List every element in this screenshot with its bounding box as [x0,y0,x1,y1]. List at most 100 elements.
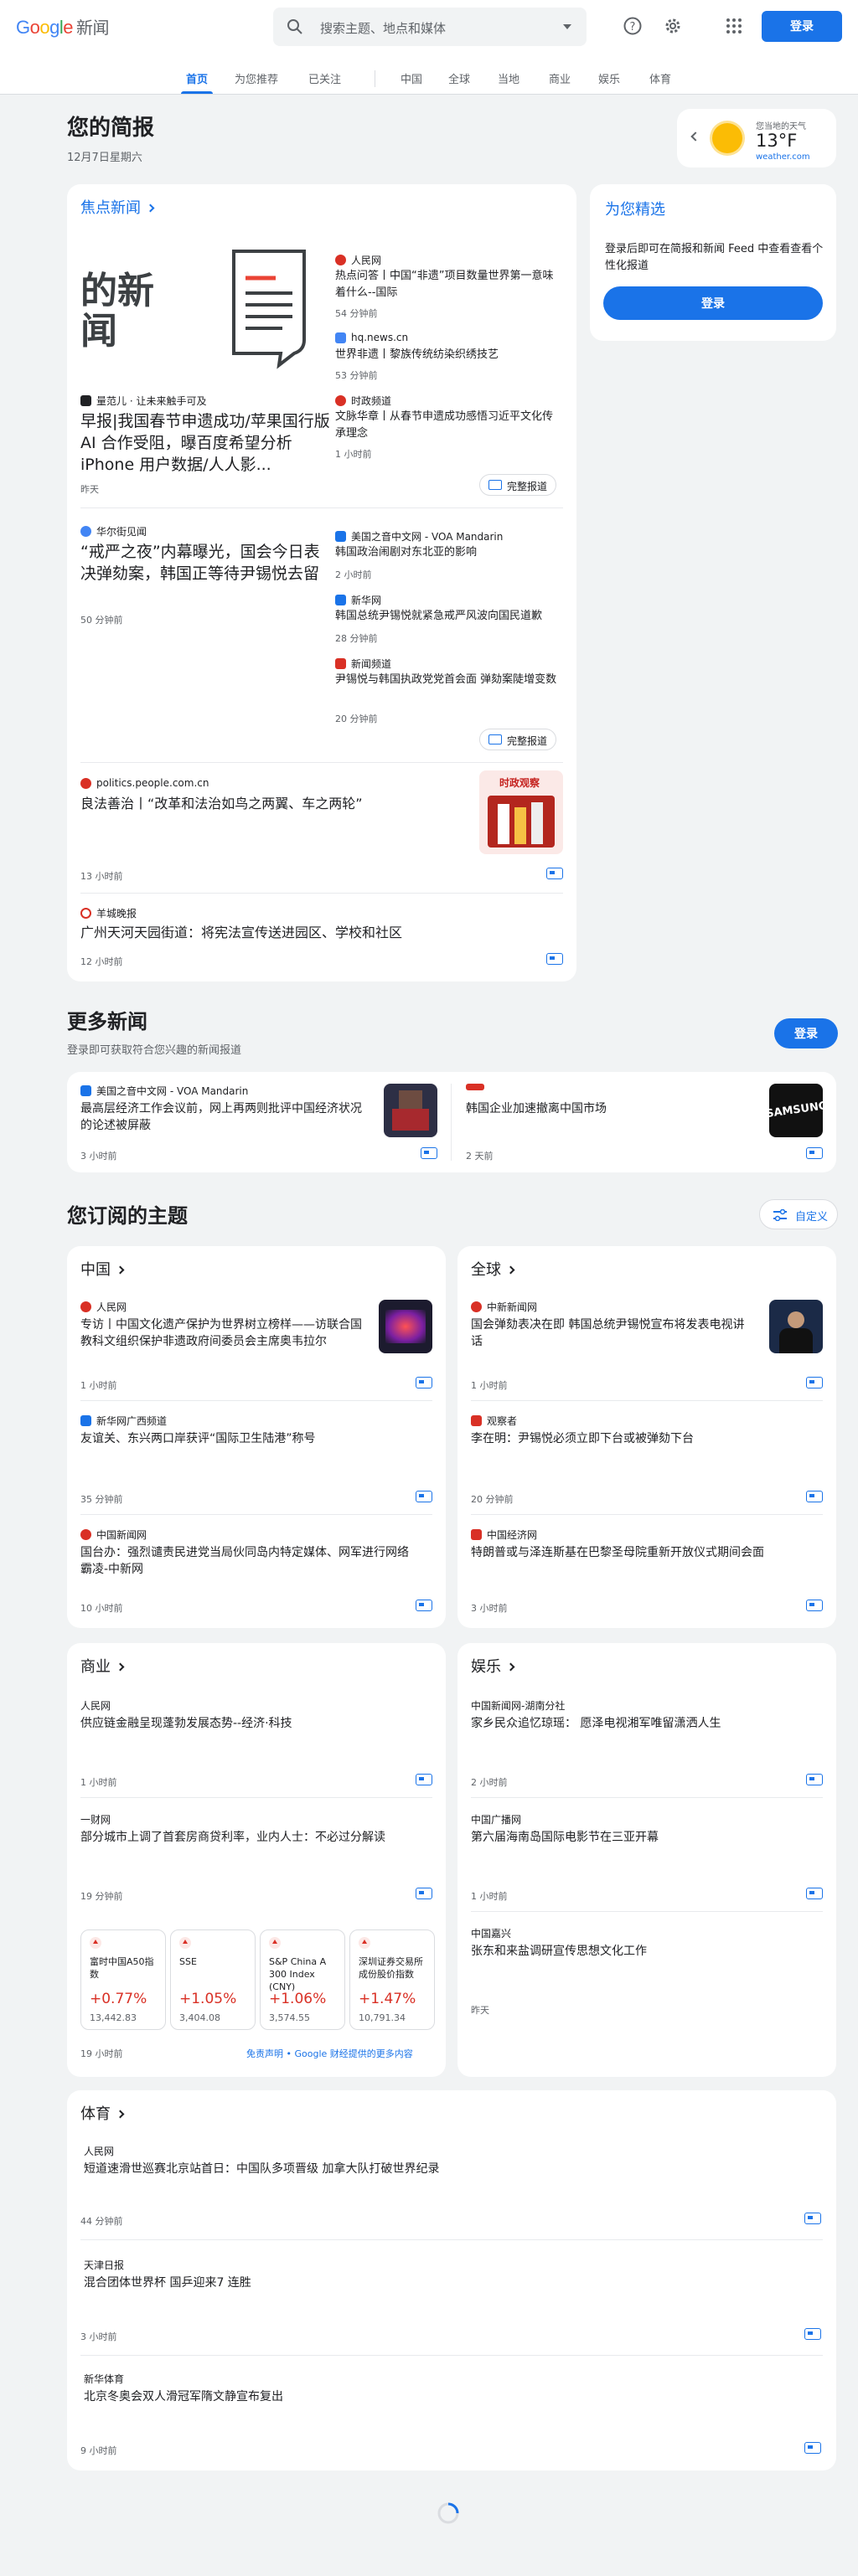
tab-home[interactable]: 首页 [180,70,214,94]
story-headline[interactable]: 友谊关、东兴两口岸获评“国际卫生陆港”称号 [80,1430,416,1447]
chevron-left-icon[interactable] [690,131,700,142]
story-time: 35 分钟前 [80,1494,123,1505]
full-coverage-icon[interactable] [804,2213,821,2224]
full-coverage-icon[interactable] [416,1491,432,1502]
story-headline[interactable]: 供应链金融呈现蓬勃发展态势--经济·科技 [80,1715,416,1732]
story-headline[interactable]: 韩国总统尹锡悦就紧急戒严风波向国民道歉 [335,608,563,625]
stock-card[interactable]: 深圳证券交易所成份股价指数 +1.47% 10,791.34 [349,1929,435,2030]
story-headline[interactable]: 李在明：尹锡悦必须立即下台或被弹劾下台 [471,1430,806,1447]
story-headline[interactable]: 良法善治丨“改革和法治如鸟之两翼、车之两轮” [80,794,449,813]
full-coverage-button[interactable]: 完整报道 [479,474,557,496]
weather-source[interactable]: weather.com [756,152,810,162]
story-headline[interactable]: 热点问答丨中国“非遗”项目数量世界第一意味着什么--国际 [335,268,563,301]
tab-world[interactable]: 全球 [448,70,470,86]
full-coverage-icon[interactable] [416,1888,432,1899]
story-headline[interactable]: 广州天河天园街道：将宪法宣传送进园区、学校和社区 [80,923,550,942]
svg-text:?: ? [630,21,636,33]
story-headline[interactable]: 特朗普或与泽连斯基在巴黎圣母院重新开放仪式期间会面 [471,1544,823,1561]
sun-icon [712,123,742,153]
topic-business-title[interactable]: 商业 [80,1655,125,1677]
story-thumbnail[interactable] [379,1300,432,1353]
weather-temp: 13°F [756,131,798,151]
full-coverage-icon [488,480,502,490]
full-coverage-icon[interactable] [806,1888,823,1899]
customize-button[interactable]: 自定义 [759,1199,838,1229]
story-thumbnail[interactable]: SAMSUNG [769,1084,823,1137]
tab-business[interactable]: 商业 [549,70,571,86]
weather-label: 您当地的天气 [756,122,806,131]
stock-card[interactable]: S&P China A 300 Index (CNY) +1.06% 3,574.5… [260,1929,345,2030]
top-stories-title[interactable]: 焦点新闻 [80,196,155,218]
search-input[interactable]: 搜索主题、地点和媒体 [320,19,446,37]
full-coverage-icon[interactable] [806,1377,823,1388]
story-headline[interactable]: 专访丨中国文化遗产保护为世界树立榜样——访联合国教科文组织保护非遗政府间委员会主… [80,1316,365,1350]
story-headline[interactable]: 家乡民众追忆琼瑶： 愿泽电视湘军唯留潇洒人生 [471,1715,823,1732]
story-headline[interactable]: “戒严之夜”内幕曝光，国会今日表决弹劾案，韩国正等待尹锡悦去留 [80,541,323,585]
google-news-logo[interactable]: Google 新闻 [16,14,110,39]
picks-login-button[interactable]: 登录 [603,286,823,320]
full-coverage-icon[interactable] [806,1147,823,1159]
topic-sports-title[interactable]: 体育 [80,2102,125,2124]
stock-card[interactable]: SSE +1.05% 3,404.08 [170,1929,256,2030]
tab-sports[interactable]: 体育 [649,70,671,86]
topic-china-title[interactable]: 中国 [80,1258,125,1280]
picks-desc: 登录后即可在简报和新闻 Feed 中查看查看个性化报道 [605,243,824,272]
story-headline[interactable]: 世界非遗丨黎族传统纺染织绣技艺 [335,347,563,363]
story-time: 2 天前 [466,1151,494,1162]
full-coverage-icon[interactable] [546,868,563,879]
apps-grid-icon[interactable] [724,16,744,36]
story-headline[interactable]: 国台办：强烈谴责民进党当局伙同岛内特定媒体、网军进行网络霸凌-中新网 [80,1544,416,1578]
story-headline[interactable]: 张东和来盐调研宣传思想文化工作 [471,1943,823,1960]
tab-china[interactable]: 中国 [401,70,422,86]
full-coverage-icon[interactable] [806,1774,823,1785]
finance-disclaimer-link[interactable]: 免责声明 • Google 财经提供的更多内容 [246,2047,413,2060]
full-coverage-icon[interactable] [804,2442,821,2454]
top-bar: Google 新闻 搜索主题、地点和媒体 ? 登录 首页 为您推荐 已关注 中国 … [0,0,858,95]
story-headline[interactable]: 第六届海南岛国际电影节在三亚开幕 [471,1829,823,1846]
full-coverage-icon[interactable] [804,2328,821,2340]
search-dropdown-icon[interactable] [563,24,571,29]
full-coverage-icon[interactable] [806,1600,823,1611]
topic-entertainment-card: 娱乐 中国新闻网-湖南分社 家乡民众追忆琼瑶： 愿泽电视湘军唯留潇洒人生 2 小… [457,1643,836,2077]
story-thumbnail[interactable] [769,1300,823,1353]
full-coverage-icon[interactable] [421,1147,437,1159]
story-headline[interactable]: 混合团体世界杯 国乒迎来7 连胜 [84,2275,804,2291]
topic-world-title[interactable]: 全球 [471,1258,515,1280]
story-image[interactable]: 的新闻 [80,243,315,377]
tab-following[interactable]: 已关注 [308,70,341,86]
settings-gear-icon[interactable] [663,16,683,36]
story-source: 观察者 [471,1414,517,1428]
full-coverage-icon[interactable] [416,1774,432,1785]
full-coverage-icon[interactable] [546,953,563,965]
story-headline[interactable]: 尹锡悦与韩国执政党党首会面 弹劾案陡增变数 [335,672,563,688]
full-coverage-icon[interactable] [806,1491,823,1502]
story-thumbnail[interactable]: 时政观察 [479,770,563,854]
help-icon[interactable]: ? [623,16,643,36]
topics-title: 您订阅的主题 [67,1204,188,1228]
story-thumbnail[interactable] [384,1084,437,1137]
tab-entertainment[interactable]: 娱乐 [598,70,620,86]
full-coverage-icon[interactable] [416,1377,432,1388]
story-headline[interactable]: 部分城市上调了首套房商贷利率，业内人士：不必过分解读 [80,1829,432,1846]
story-headline[interactable]: 韩国政治闹剧对东北亚的影响 [335,544,563,561]
more-news-login-button[interactable]: 登录 [774,1018,838,1048]
header-login-button[interactable]: 登录 [762,11,842,42]
story-headline[interactable]: 短道速滑世巡赛北京站首日：中国队多项晋级 加拿大队打破世界纪录 [84,2161,804,2177]
story-source: 中国嘉兴 [471,1928,512,1940]
topic-entertainment-title[interactable]: 娱乐 [471,1655,515,1677]
story-headline[interactable]: 北京冬奥会双人滑冠军隋文静宣布复出 [84,2388,804,2405]
story-headline[interactable]: 国会弹劾表决在即 韩国总统尹锡悦宣布将发表电视讲话 [471,1316,756,1350]
stock-card[interactable]: 富时中国A50指数 +0.77% 13,442.83 [80,1929,166,2030]
story-headline[interactable]: 早报|我国春节申遗成功/苹果国行版AI 合作受阻，曝百度希望分析iPhone 用… [80,410,332,476]
tab-local[interactable]: 当地 [498,70,519,86]
weather-card[interactable]: 您当地的天气 13°F weather.com [677,109,836,167]
arrow-up-icon [179,1937,191,1949]
full-coverage-icon[interactable] [416,1600,432,1611]
arrow-up-icon [359,1937,370,1949]
story-headline[interactable]: 文脉华章丨从春节申遗成功感悟习近平文化传承理念 [335,409,563,442]
full-coverage-button[interactable]: 完整报道 [479,729,557,750]
search-bar[interactable]: 搜索主题、地点和媒体 [273,8,587,46]
story-headline[interactable]: 韩国企业加速撤离中国市场 [466,1100,751,1117]
tab-for-you[interactable]: 为您推荐 [235,70,278,86]
story-headline[interactable]: 最高层经济工作会议前，网上再两则批评中国经济状况的论述被屏蔽 [80,1100,365,1134]
